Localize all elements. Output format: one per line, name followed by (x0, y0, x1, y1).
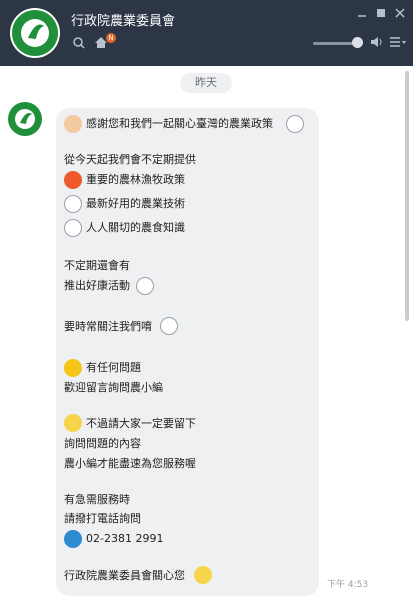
message-bubble: 感謝您和我們一起關心臺灣的農業政策 從今天起我們會不定期提供 重要的農林漁牧政策… (56, 108, 319, 596)
message-line: 有任何問題 (86, 361, 141, 374)
avatar[interactable] (7, 101, 43, 137)
agency-logo (10, 8, 60, 58)
message-line: 詢問問題的內容 (64, 437, 141, 450)
message-line: 最新好用的農業技術 (86, 197, 185, 210)
message-line: 請撥打電話詢問 (64, 512, 141, 525)
thumbs-up-icon (64, 115, 82, 133)
message-time: 下午 4:53 (327, 580, 369, 590)
lightbulb-icon (64, 414, 82, 432)
restore-icon[interactable] (376, 8, 386, 20)
app-title: 行政院農業委員會 (71, 14, 176, 29)
message-line: 有急需服務時 (64, 493, 130, 506)
bunny-icon (286, 115, 304, 133)
minimize-icon[interactable] (357, 8, 367, 20)
message-line: 要時常關注我們唷 (64, 320, 152, 333)
app-header: 行政院農業委員會 N (0, 0, 413, 66)
bunny-icon (136, 277, 154, 295)
message-line: 行政院農業委員會關心您 (64, 569, 185, 582)
message-line: 重要的農林漁牧政策 (86, 173, 185, 186)
phone-number[interactable]: 02-2381 2991 (86, 532, 163, 546)
bunny-icon (64, 219, 82, 237)
message-line: 感謝您和我們一起關心臺灣的農業政策 (86, 117, 273, 130)
volume-slider-knob[interactable] (352, 37, 363, 48)
bunny-icon (64, 195, 82, 213)
message-line: 人人關切的農食知識 (86, 221, 185, 234)
scrollbar[interactable] (405, 71, 409, 321)
chat-area: 昨天 感謝您和我們一起關心臺灣的農業政策 從今天起我們會不定期提供 重要的農林漁… (0, 66, 413, 600)
search-icon[interactable] (73, 37, 85, 51)
menu-icon[interactable] (390, 37, 406, 49)
message-line: 從今天起我們會不定期提供 (64, 153, 196, 166)
message-line: 農小編才能盡速為您服務喔 (64, 457, 196, 470)
telephone-icon (64, 530, 82, 548)
close-icon[interactable] (395, 8, 405, 20)
date-label: 昨天 (180, 73, 232, 93)
bunny-icon (160, 317, 178, 335)
message-line: 推出好康活動 (64, 279, 130, 292)
notification-badge: N (106, 33, 116, 43)
girl-icon (194, 566, 212, 584)
message-line: 不過請大家一定要留下 (86, 417, 196, 430)
fire-icon (64, 171, 82, 189)
message-line: 歡迎留言詢問農小編 (64, 381, 163, 394)
speaker-icon[interactable] (370, 36, 383, 50)
message-line: 不定期還會有 (64, 259, 130, 272)
star-icon (64, 359, 82, 377)
